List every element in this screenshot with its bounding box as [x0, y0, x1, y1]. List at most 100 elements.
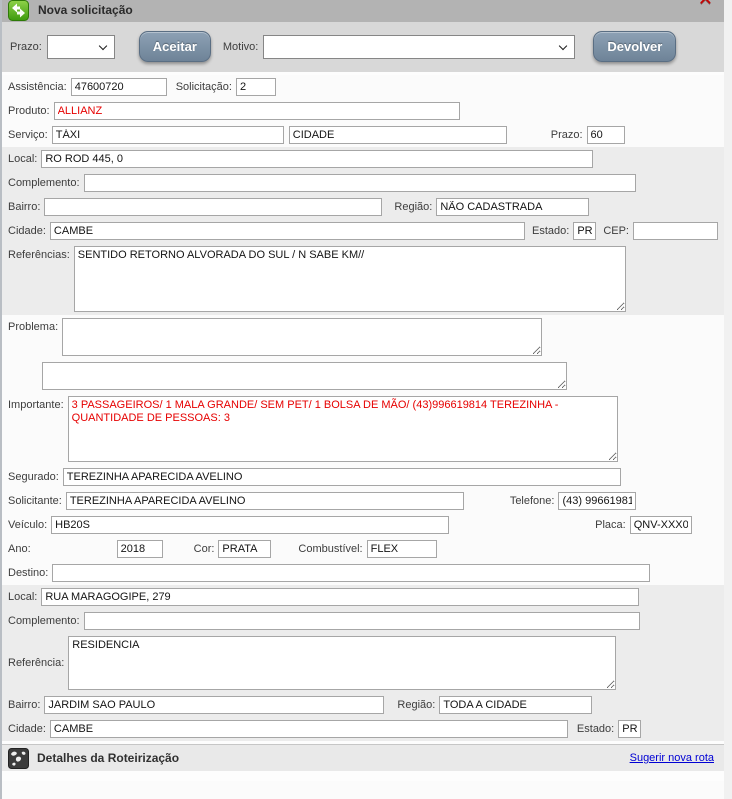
cidade-row: Cidade: Estado: CEP:: [2, 219, 724, 243]
prazo-toolbar-label: Prazo:: [10, 40, 42, 53]
solicitante-row: Solicitante: Telefone:: [2, 489, 724, 513]
estado-field[interactable]: [573, 222, 597, 240]
importante-field[interactable]: 3 PASSAGEIROS/ 1 MALA GRANDE/ SEM PET/ 1…: [67, 396, 618, 462]
destino-estado-field[interactable]: [618, 720, 642, 738]
segurado-field[interactable]: [62, 468, 621, 486]
destino-complemento-field[interactable]: [83, 612, 640, 630]
close-icon[interactable]: ✕: [698, 0, 713, 9]
bairro-label: Bairro:: [8, 201, 41, 213]
solicitante-field[interactable]: [65, 492, 464, 510]
observacao-row: [2, 359, 724, 393]
destino-referencia-field[interactable]: RESIDENCIA: [68, 636, 617, 690]
servico-field[interactable]: [51, 126, 284, 144]
cor-label: Cor:: [193, 543, 215, 555]
produto-label: Produto:: [8, 105, 50, 117]
destino-label: Destino:: [8, 567, 49, 579]
solicitacao-field[interactable]: [235, 78, 276, 96]
assistencia-row: Assistência: Solicitação:: [2, 75, 724, 99]
produto-field[interactable]: [53, 102, 460, 120]
bairro-row: Bairro: Região:: [2, 195, 724, 219]
destino-regiao-field[interactable]: [439, 696, 593, 714]
problema-row: Problema:: [2, 315, 724, 359]
destino-estado-label: Estado:: [576, 723, 615, 735]
globe-icon: [8, 747, 29, 769]
destino-local-row: Local:: [2, 585, 724, 609]
destino-complemento-label: Complemento:: [8, 615, 80, 627]
new-request-icon: [8, 0, 29, 21]
servico-row: Serviço: Prazo:: [2, 123, 724, 147]
produto-row: Produto:: [2, 99, 724, 123]
placa-field[interactable]: [629, 516, 692, 534]
routing-title: Detalhes da Roteirização: [37, 751, 180, 765]
assistencia-field[interactable]: [70, 78, 167, 96]
cep-field[interactable]: [633, 222, 718, 240]
devolver-button[interactable]: Devolver: [593, 31, 677, 62]
servico-label: Serviço:: [8, 129, 48, 141]
combustivel-field[interactable]: [366, 540, 437, 558]
referencias-row: Referências: SENTIDO RETORNO ALVORADA DO…: [2, 243, 724, 315]
destino-referencia-row: Referência: RESIDENCIA: [2, 633, 724, 693]
solicitacao-label: Solicitação:: [175, 81, 232, 93]
veiculo-row: Veículo: Placa:: [2, 513, 724, 537]
veiculo-label: Veículo:: [8, 519, 48, 531]
toolbar: Prazo: Aceitar Motivo: Devolver: [2, 22, 724, 75]
regiao-field[interactable]: [436, 198, 590, 216]
section-origin: Local: Complemento: Bairro: Região: Cida…: [2, 147, 724, 315]
dialog-title: Nova solicitação: [38, 2, 133, 17]
assistencia-label: Assistência:: [8, 81, 67, 93]
destino-bairro-field[interactable]: [44, 696, 385, 714]
below-footer: [2, 771, 724, 781]
estado-label: Estado:: [532, 225, 570, 237]
motivo-select[interactable]: [263, 34, 576, 59]
aceitar-button[interactable]: Aceitar: [138, 31, 211, 62]
destino-complemento-row: Complemento:: [2, 609, 724, 633]
referencias-field[interactable]: SENTIDO RETORNO ALVORADA DO SUL / N SABE…: [73, 246, 626, 312]
motivo-select-input[interactable]: [264, 35, 575, 58]
referencias-label: Referências:: [8, 249, 70, 261]
segurado-label: Segurado:: [8, 471, 59, 483]
destino-local-field[interactable]: [41, 588, 640, 606]
routing-footer: Detalhes da Roteirização Sugerir nova ro…: [2, 744, 724, 771]
suggest-route-link[interactable]: Sugerir nova rota: [630, 752, 714, 764]
cep-label: CEP:: [603, 225, 629, 237]
local-label: Local:: [8, 153, 38, 165]
section-destination: Local: Complemento: Referência: RESIDENC…: [2, 585, 724, 741]
combustivel-label: Combustível:: [298, 543, 363, 555]
bairro-field[interactable]: [44, 198, 383, 216]
prazo-select[interactable]: [46, 34, 115, 59]
complemento-field[interactable]: [83, 174, 636, 192]
destino-local-label: Local:: [8, 591, 38, 603]
cor-field[interactable]: [218, 540, 272, 558]
importante-row: Importante: 3 PASSAGEIROS/ 1 MALA GRANDE…: [2, 393, 724, 465]
destino-field[interactable]: [52, 564, 651, 582]
servico-tipo-field[interactable]: [288, 126, 507, 144]
prazo-field[interactable]: [586, 126, 625, 144]
destino-cidade-label: Cidade:: [8, 723, 46, 735]
cidade-field[interactable]: [49, 222, 525, 240]
title-bar: Nova solicitação ✕: [2, 0, 724, 22]
local-field[interactable]: [41, 150, 594, 168]
destino-bairro-row: Bairro: Região:: [2, 693, 724, 717]
observacao-field[interactable]: [42, 362, 567, 390]
destino-referencia-label: Referência:: [8, 657, 65, 669]
importante-label: Importante:: [8, 399, 64, 411]
nova-solicitacao-dialog: Nova solicitação ✕ Prazo: Aceitar Motivo…: [0, 0, 724, 799]
destino-cidade-field[interactable]: [49, 720, 568, 738]
prazo-select-input[interactable]: [47, 35, 114, 58]
placa-label: Placa:: [595, 519, 626, 531]
cidade-label: Cidade:: [8, 225, 46, 237]
telefone-field[interactable]: [558, 492, 637, 510]
complemento-row: Complemento:: [2, 171, 724, 195]
prazo-label: Prazo:: [550, 129, 583, 141]
section-request: Assistência: Solicitação: Produto: Servi…: [2, 75, 724, 147]
ano-field[interactable]: [116, 540, 163, 558]
segurado-row: Segurado:: [2, 465, 724, 489]
problema-field[interactable]: [62, 318, 543, 356]
veiculo-field[interactable]: [51, 516, 450, 534]
destino-regiao-label: Região:: [397, 699, 436, 711]
problema-label: Problema:: [8, 321, 59, 333]
regiao-label: Região:: [394, 201, 433, 213]
ano-row: Ano: Cor: Combustível:: [2, 537, 724, 561]
destino-bairro-label: Bairro:: [8, 699, 41, 711]
local-row: Local:: [2, 147, 724, 171]
